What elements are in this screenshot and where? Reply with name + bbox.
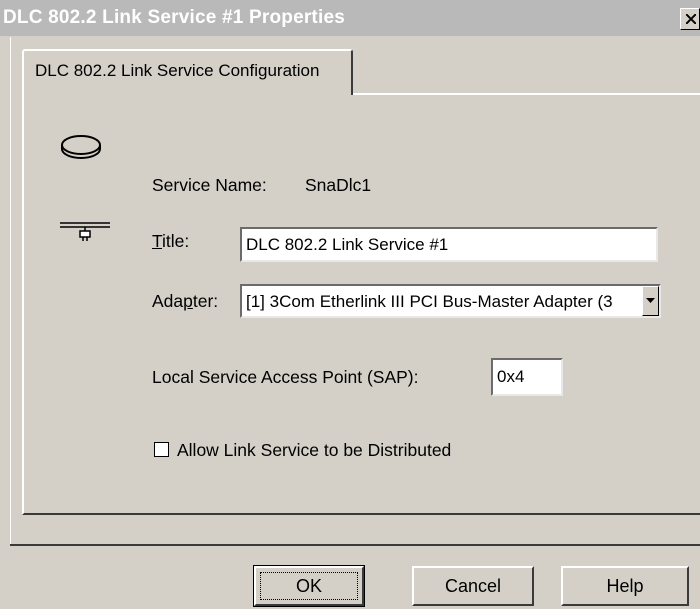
help-button-label: Help xyxy=(606,575,644,596)
sap-label: Local Service Access Point (SAP): xyxy=(152,367,419,387)
service-name-label: Service Name: xyxy=(152,175,267,195)
close-icon xyxy=(686,14,696,24)
cancel-button-label: Cancel xyxy=(444,575,502,596)
distributed-checkbox[interactable] xyxy=(154,442,169,457)
service-name-value: SnaDlc1 xyxy=(305,175,372,195)
title-label-text: itle: xyxy=(162,231,190,251)
adapter-select[interactable]: [1] 3Com Etherlink III PCI Bus-Master Ad… xyxy=(240,284,661,318)
distributed-label: Allow Link Service to be Distributed xyxy=(177,440,452,460)
adapter-label-prefix: Ada xyxy=(152,291,184,311)
cancel-button[interactable]: Cancel xyxy=(412,566,534,606)
adapter-dropdown-button[interactable] xyxy=(642,286,659,316)
ring-icon xyxy=(61,135,101,159)
window-title: DLC 802.2 Link Service #1 Properties xyxy=(3,7,345,28)
tab-label: DLC 802.2 Link Service Configuration xyxy=(35,61,320,80)
ok-button[interactable]: OK xyxy=(253,565,365,607)
sap-input[interactable] xyxy=(491,358,563,396)
focus-rectangle xyxy=(260,572,358,600)
dialog-frame-bottom xyxy=(10,544,700,546)
network-cable-icon xyxy=(60,222,110,241)
title-bar: DLC 802.2 Link Service #1 Properties xyxy=(0,0,700,36)
adapter-select-value: [1] 3Com Etherlink III PCI Bus-Master Ad… xyxy=(246,292,613,311)
close-button[interactable] xyxy=(680,8,700,30)
title-label: Title: xyxy=(152,231,189,252)
tab-link-service-configuration[interactable]: DLC 802.2 Link Service Configuration xyxy=(22,49,353,95)
chevron-down-icon xyxy=(646,298,655,303)
dialog-frame-left xyxy=(10,37,11,545)
adapter-label-suffix: ter: xyxy=(192,291,219,311)
adapter-label-accelerator: p xyxy=(183,291,193,311)
title-label-accelerator: T xyxy=(152,231,163,251)
help-button[interactable]: Help xyxy=(561,566,689,606)
title-input[interactable] xyxy=(240,227,658,262)
adapter-label: Adapter: xyxy=(152,291,218,312)
